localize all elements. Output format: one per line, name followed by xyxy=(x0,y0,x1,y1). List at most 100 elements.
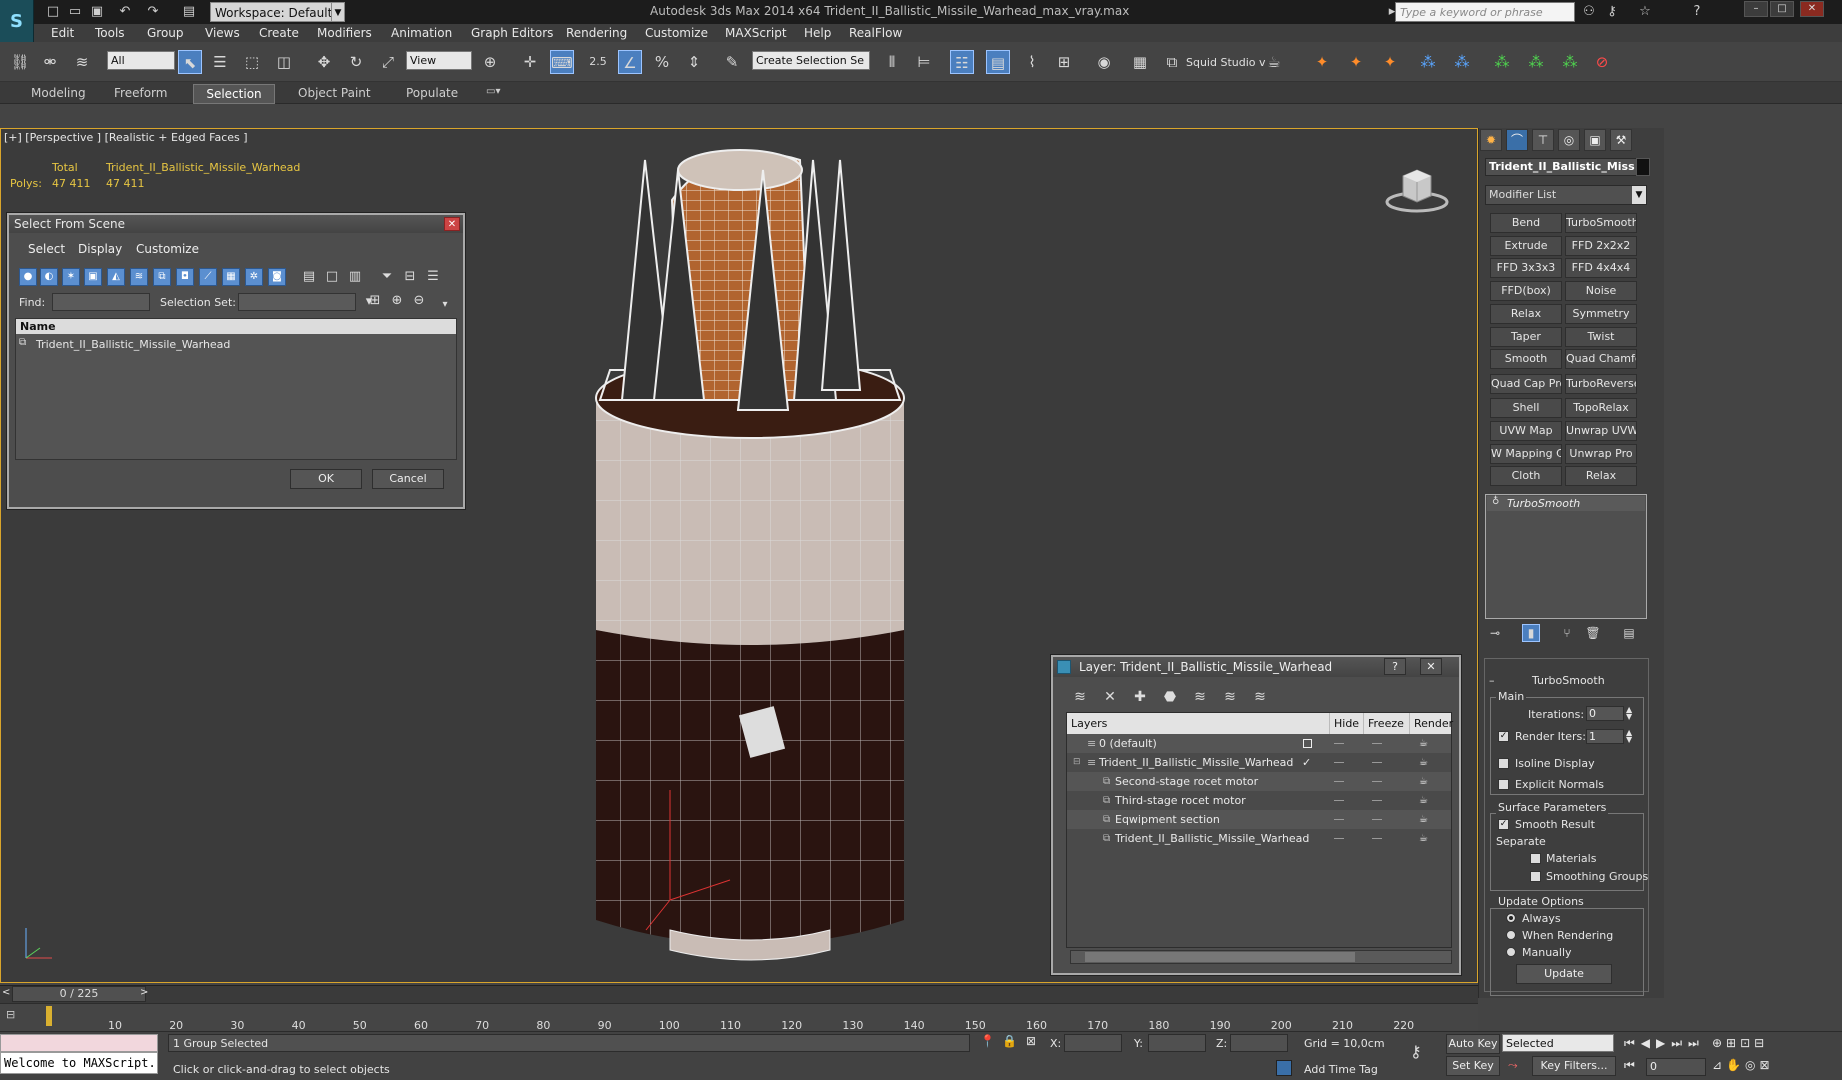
hierarchy-tab-icon[interactable]: ⊤ xyxy=(1532,129,1554,151)
table-row[interactable]: ⧉ Third-stage rocet motor ☕ xyxy=(1067,791,1451,810)
help-icon[interactable]: ? xyxy=(1688,3,1706,21)
snaps-toggle-icon[interactable]: 2.5 xyxy=(586,50,610,74)
display-cameras-icon[interactable]: ▣ xyxy=(84,268,102,286)
render-setup-icon[interactable]: ▦ xyxy=(1128,50,1152,74)
select-in-layer-icon[interactable]: ⬣ xyxy=(1160,687,1180,707)
set-create-icon[interactable]: ⊞ xyxy=(366,292,384,310)
menu-rendering[interactable]: Rendering xyxy=(566,26,627,40)
scale-icon[interactable]: ⤢ xyxy=(376,50,400,74)
isolate-selection-icon[interactable]: 📍 xyxy=(980,1034,995,1048)
display-frozen-icon[interactable]: ✲ xyxy=(245,268,263,286)
material-editor-icon[interactable]: ◉ xyxy=(1092,50,1116,74)
teapot-icon[interactable]: ☕ xyxy=(1419,829,1428,848)
modifier-ffd2-button[interactable]: FFD 2x2x2 xyxy=(1565,236,1637,256)
realflow-daemon-icon[interactable]: ⁂ xyxy=(1416,50,1440,74)
set-key-icon[interactable]: ⚷ xyxy=(1410,1042,1422,1061)
layer-manager-icon[interactable]: ☷ xyxy=(950,50,974,74)
redo-icon[interactable]: ↷ xyxy=(144,3,162,21)
help-button[interactable]: ? xyxy=(1384,658,1406,675)
rollout-collapse-icon[interactable]: – xyxy=(1489,674,1495,687)
remove-modifier-icon[interactable]: 🗑 xyxy=(1584,624,1602,642)
sfs-menu-select[interactable]: Select xyxy=(28,242,65,256)
menu-customize[interactable]: Customize xyxy=(645,26,708,40)
select-manipulate-icon[interactable]: ✛ xyxy=(518,50,542,74)
modifier-noise-button[interactable]: Noise xyxy=(1565,281,1637,301)
modifier-relax-button[interactable]: Relax xyxy=(1490,304,1562,324)
menu-tools[interactable]: Tools xyxy=(95,26,125,40)
maxscript-listener[interactable]: Welcome to MAXScript. xyxy=(0,1052,158,1074)
warhead-model[interactable] xyxy=(560,140,960,970)
sfs-menu-display[interactable]: Display xyxy=(78,242,122,256)
tab-freeform[interactable]: Freeform xyxy=(114,86,167,100)
hide-toggle[interactable] xyxy=(1334,781,1344,782)
absolute-mode-icon[interactable]: ⊠ xyxy=(1026,1034,1036,1048)
hierarchy-icon[interactable]: ⊟ xyxy=(401,268,419,286)
modifier-shell-button[interactable]: Shell xyxy=(1490,398,1562,418)
key-icon[interactable]: ⚷ xyxy=(1603,3,1621,21)
teapot-icon[interactable]: ☕ xyxy=(1419,753,1428,772)
isoline-display-checkbox[interactable] xyxy=(1498,758,1509,769)
layer-name[interactable]: Second-stage rocet motor xyxy=(1115,772,1258,791)
schematic-view-icon[interactable]: ⊞ xyxy=(1052,50,1076,74)
current-frame-field[interactable]: 0 xyxy=(1646,1058,1706,1076)
spinner-arrows-icon[interactable]: ▲ ▼ xyxy=(1626,706,1632,721)
display-tab-icon[interactable]: ▣ xyxy=(1584,129,1606,151)
stack-item-turbosmooth[interactable]: TurboSmooth xyxy=(1487,496,1645,511)
collapse-icon[interactable]: ⊟ xyxy=(1073,753,1081,772)
smoothing-groups-checkbox[interactable] xyxy=(1530,871,1541,882)
table-row[interactable]: ≡ 0 (default) ☕ xyxy=(1067,734,1451,753)
modifier-quad-chamfer-button[interactable]: Quad Chamfer xyxy=(1565,349,1637,369)
display-helpers-icon[interactable]: ◭ xyxy=(107,268,125,286)
column-header-layers[interactable]: Layers xyxy=(1071,713,1107,734)
show-end-result-icon[interactable]: ▮ xyxy=(1522,624,1540,642)
ribbon-options-icon[interactable]: ▭▾ xyxy=(486,86,500,97)
columns-icon[interactable]: ☰ xyxy=(424,268,442,286)
lightbulb-icon[interactable]: ♁ xyxy=(1492,496,1499,507)
project-folder-icon[interactable]: ▤ xyxy=(180,3,198,21)
move-icon[interactable]: ✥ xyxy=(312,50,336,74)
teapot-icon[interactable]: ☕ xyxy=(1419,791,1428,810)
display-groups-icon[interactable]: ⧉ xyxy=(153,268,171,286)
manually-radio[interactable] xyxy=(1506,947,1516,957)
horizontal-scrollbar[interactable] xyxy=(1070,950,1452,964)
motion-tab-icon[interactable]: ◎ xyxy=(1558,129,1580,151)
mini-curve-editor-icon[interactable]: ⊟ xyxy=(6,1008,26,1022)
menu-graph-editors[interactable]: Graph Editors xyxy=(471,26,553,40)
modifier-stack[interactable] xyxy=(1485,494,1647,619)
checkmark-icon[interactable]: ✓ xyxy=(1302,753,1311,772)
when-rendering-radio[interactable] xyxy=(1506,930,1516,940)
close-button[interactable]: ✕ xyxy=(1800,1,1824,17)
selection-filter-dropdown[interactable]: All xyxy=(107,51,175,70)
table-row[interactable]: ⧉ Second-stage rocet motor ☕ xyxy=(1067,772,1451,791)
filter-icon[interactable]: ⏷ xyxy=(378,268,396,286)
modifier-bend-button[interactable]: Bend xyxy=(1490,213,1562,233)
modifier-smooth-button[interactable]: Smooth xyxy=(1490,349,1562,369)
key-filters-button[interactable]: Key Filters... xyxy=(1532,1056,1616,1076)
bind-space-warp-icon[interactable]: ≋ xyxy=(70,50,94,74)
modifier-toporelax-button[interactable]: TopoRelax xyxy=(1565,398,1637,418)
list-item[interactable]: Trident_II_Ballistic_Missile_Warhead xyxy=(36,338,230,351)
add-to-layer-icon[interactable]: ✚ xyxy=(1130,687,1150,707)
binoculars-icon[interactable]: ⚇ xyxy=(1580,3,1598,21)
always-radio[interactable] xyxy=(1506,913,1516,923)
table-row[interactable]: ⊟ ≡ Trident_II_Ballistic_Missile_Warhead… xyxy=(1067,753,1451,772)
next-frame-icon[interactable]: > xyxy=(140,987,148,998)
app-logo-icon[interactable]: S xyxy=(0,0,34,42)
chevron-down-icon[interactable]: ▼ xyxy=(331,2,345,22)
pin-stack-icon[interactable]: ⊸ xyxy=(1486,624,1504,642)
pan-orbit-icon[interactable]: ⊿✋◎⊠ xyxy=(1712,1058,1774,1072)
delete-layer-icon[interactable]: ✕ xyxy=(1100,687,1120,707)
teapot-icon[interactable]: ☕ xyxy=(1419,810,1428,829)
make-unique-icon[interactable]: ⑂ xyxy=(1558,624,1576,642)
key-mode-toggle-icon[interactable]: ⏮ xyxy=(1624,1058,1635,1073)
current-frame-marker[interactable] xyxy=(46,1006,52,1026)
cancel-button[interactable]: Cancel xyxy=(372,469,444,489)
curve-editor-icon[interactable]: ⌇ xyxy=(1020,50,1044,74)
freeze-toggle[interactable] xyxy=(1372,800,1382,801)
modifier-list-dropdown[interactable]: Modifier List xyxy=(1485,185,1647,205)
hide-toggle[interactable] xyxy=(1334,800,1344,801)
layer-name[interactable]: Trident_II_Ballistic_Missile_Warhead xyxy=(1115,829,1309,848)
realflow-stop-icon[interactable]: ⊘ xyxy=(1590,50,1614,74)
modifier-unwrap-pro-button[interactable]: Unwrap Pro xyxy=(1565,444,1637,464)
layer-name[interactable]: 0 (default) xyxy=(1099,734,1157,753)
